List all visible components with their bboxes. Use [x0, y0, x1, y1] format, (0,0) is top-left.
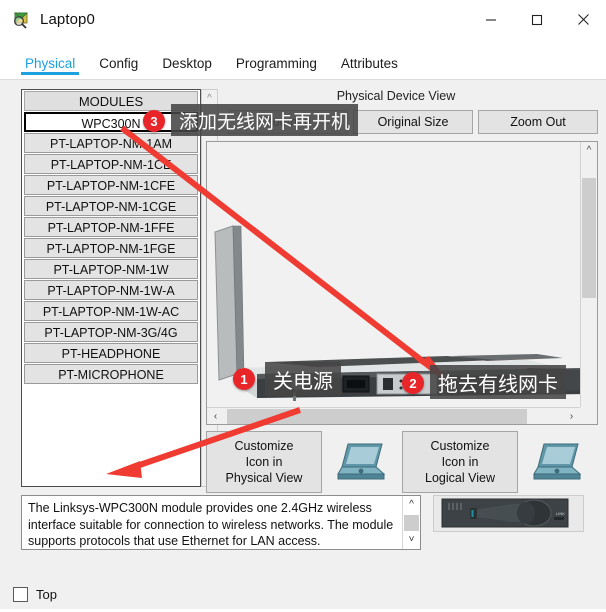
bottom-bar: Top	[0, 579, 606, 609]
module-item-headphone[interactable]: PT-HEADPHONE	[24, 343, 198, 363]
laptop-icon-logical	[524, 431, 592, 493]
module-item-3g4g[interactable]: PT-LAPTOP-NM-3G/4G	[24, 322, 198, 342]
chevron-up-icon[interactable]: ^	[403, 496, 420, 514]
module-item-1w[interactable]: PT-LAPTOP-NM-1W	[24, 259, 198, 279]
tab-physical[interactable]: Physical	[13, 39, 87, 79]
device-view-vertical-scrollbar[interactable]: ^	[580, 142, 597, 407]
tab-programming-label: Programming	[235, 56, 317, 71]
description-scrollbar[interactable]: ^ ˅	[402, 496, 420, 549]
packet-tracer-icon	[12, 10, 32, 30]
module-item-1fge[interactable]: PT-LAPTOP-NM-1FGE	[24, 238, 198, 258]
module-item-1ce[interactable]: PT-LAPTOP-NM-1CE	[24, 154, 198, 174]
customize-icon-row: Customize Icon in Physical View Customiz…	[206, 431, 598, 493]
physical-tab-content: MODULES WPC300N PT-LAPTOP-NM-1AM PT-LAPT…	[0, 79, 606, 580]
tab-physical-label: Physical	[25, 56, 76, 71]
customize-physical-line1: Customize	[234, 439, 294, 453]
scrollbar-thumb[interactable]	[227, 409, 527, 424]
module-item-1w-a[interactable]: PT-LAPTOP-NM-1W-A	[24, 280, 198, 300]
tab-attributes[interactable]: Attributes	[329, 39, 410, 79]
tab-desktop[interactable]: Desktop	[150, 39, 224, 79]
customize-icon-physical-view-button[interactable]: Customize Icon in Physical View	[206, 431, 322, 493]
svg-text:LINK: LINK	[556, 511, 565, 516]
zoom-in-button[interactable]: Zoom In	[228, 110, 348, 134]
customize-logical-line1: Customize	[430, 439, 490, 453]
module-item-microphone[interactable]: PT-MICROPHONE	[24, 364, 198, 384]
laptop-icon-physical	[328, 431, 396, 493]
module-item-1w-ac[interactable]: PT-LAPTOP-NM-1W-AC	[24, 301, 198, 321]
window-controls	[468, 0, 606, 39]
scrollbar-corner	[580, 407, 597, 424]
tab-desktop-label: Desktop	[162, 56, 212, 71]
module-description-text: The Linksys-WPC300N module provides one …	[28, 501, 394, 548]
title-bar: Laptop0	[0, 0, 606, 39]
minimize-button[interactable]	[468, 0, 514, 39]
close-button[interactable]	[560, 0, 606, 39]
tab-config-label: Config	[99, 56, 139, 71]
tab-attributes-label: Attributes	[340, 56, 398, 71]
module-item-1am[interactable]: PT-LAPTOP-NM-1AM	[24, 133, 198, 153]
customize-logical-line2: Icon in	[441, 455, 479, 469]
modules-header: MODULES	[24, 91, 198, 111]
maximize-button[interactable]	[514, 0, 560, 39]
chevron-up-icon[interactable]: ^	[581, 142, 597, 159]
window-title: Laptop0	[40, 11, 95, 28]
modules-list[interactable]: MODULES WPC300N PT-LAPTOP-NM-1AM PT-LAPT…	[21, 89, 201, 487]
tab-strip: Physical Config Desktop Programming Attr…	[0, 39, 606, 80]
tab-config[interactable]: Config	[87, 39, 150, 79]
physical-device-view-title: Physical Device View	[336, 89, 456, 103]
device-canvas[interactable]	[207, 142, 580, 424]
top-checkbox[interactable]	[13, 586, 28, 602]
customize-physical-line2: Icon in	[245, 455, 283, 469]
customize-physical-line3: Physical View	[225, 471, 303, 485]
tab-programming[interactable]: Programming	[224, 39, 329, 79]
module-description-box[interactable]: The Linksys-WPC300N module provides one …	[21, 495, 421, 550]
laptop-device-image[interactable]	[207, 192, 580, 424]
device-view-panel[interactable]: ^ ‹ ›	[206, 141, 598, 425]
customize-icon-logical-view-button[interactable]: Customize Icon in Logical View	[402, 431, 518, 493]
chevron-up-icon[interactable]: ^	[202, 90, 217, 106]
chevron-left-icon[interactable]: ‹	[207, 411, 224, 422]
top-checkbox-label: Top	[36, 586, 57, 602]
module-preview-image: LINK	[433, 495, 584, 532]
module-item-wpc300n[interactable]: WPC300N	[24, 112, 198, 132]
scrollbar-thumb[interactable]	[404, 515, 419, 531]
device-view-horizontal-scrollbar[interactable]: ‹ ›	[207, 407, 580, 424]
module-item-1ffe[interactable]: PT-LAPTOP-NM-1FFE	[24, 217, 198, 237]
module-item-1cge[interactable]: PT-LAPTOP-NM-1CGE	[24, 196, 198, 216]
module-item-1cfe[interactable]: PT-LAPTOP-NM-1CFE	[24, 175, 198, 195]
chevron-right-icon[interactable]: ›	[563, 411, 580, 422]
original-size-button[interactable]: Original Size	[353, 110, 473, 134]
scrollbar-thumb[interactable]	[582, 178, 596, 298]
chevron-down-icon[interactable]: ˅	[403, 531, 420, 549]
zoom-button-group: Zoom In Original Size Zoom Out	[228, 110, 598, 134]
customize-logical-line3: Logical View	[425, 471, 495, 485]
zoom-out-button[interactable]: Zoom Out	[478, 110, 598, 134]
